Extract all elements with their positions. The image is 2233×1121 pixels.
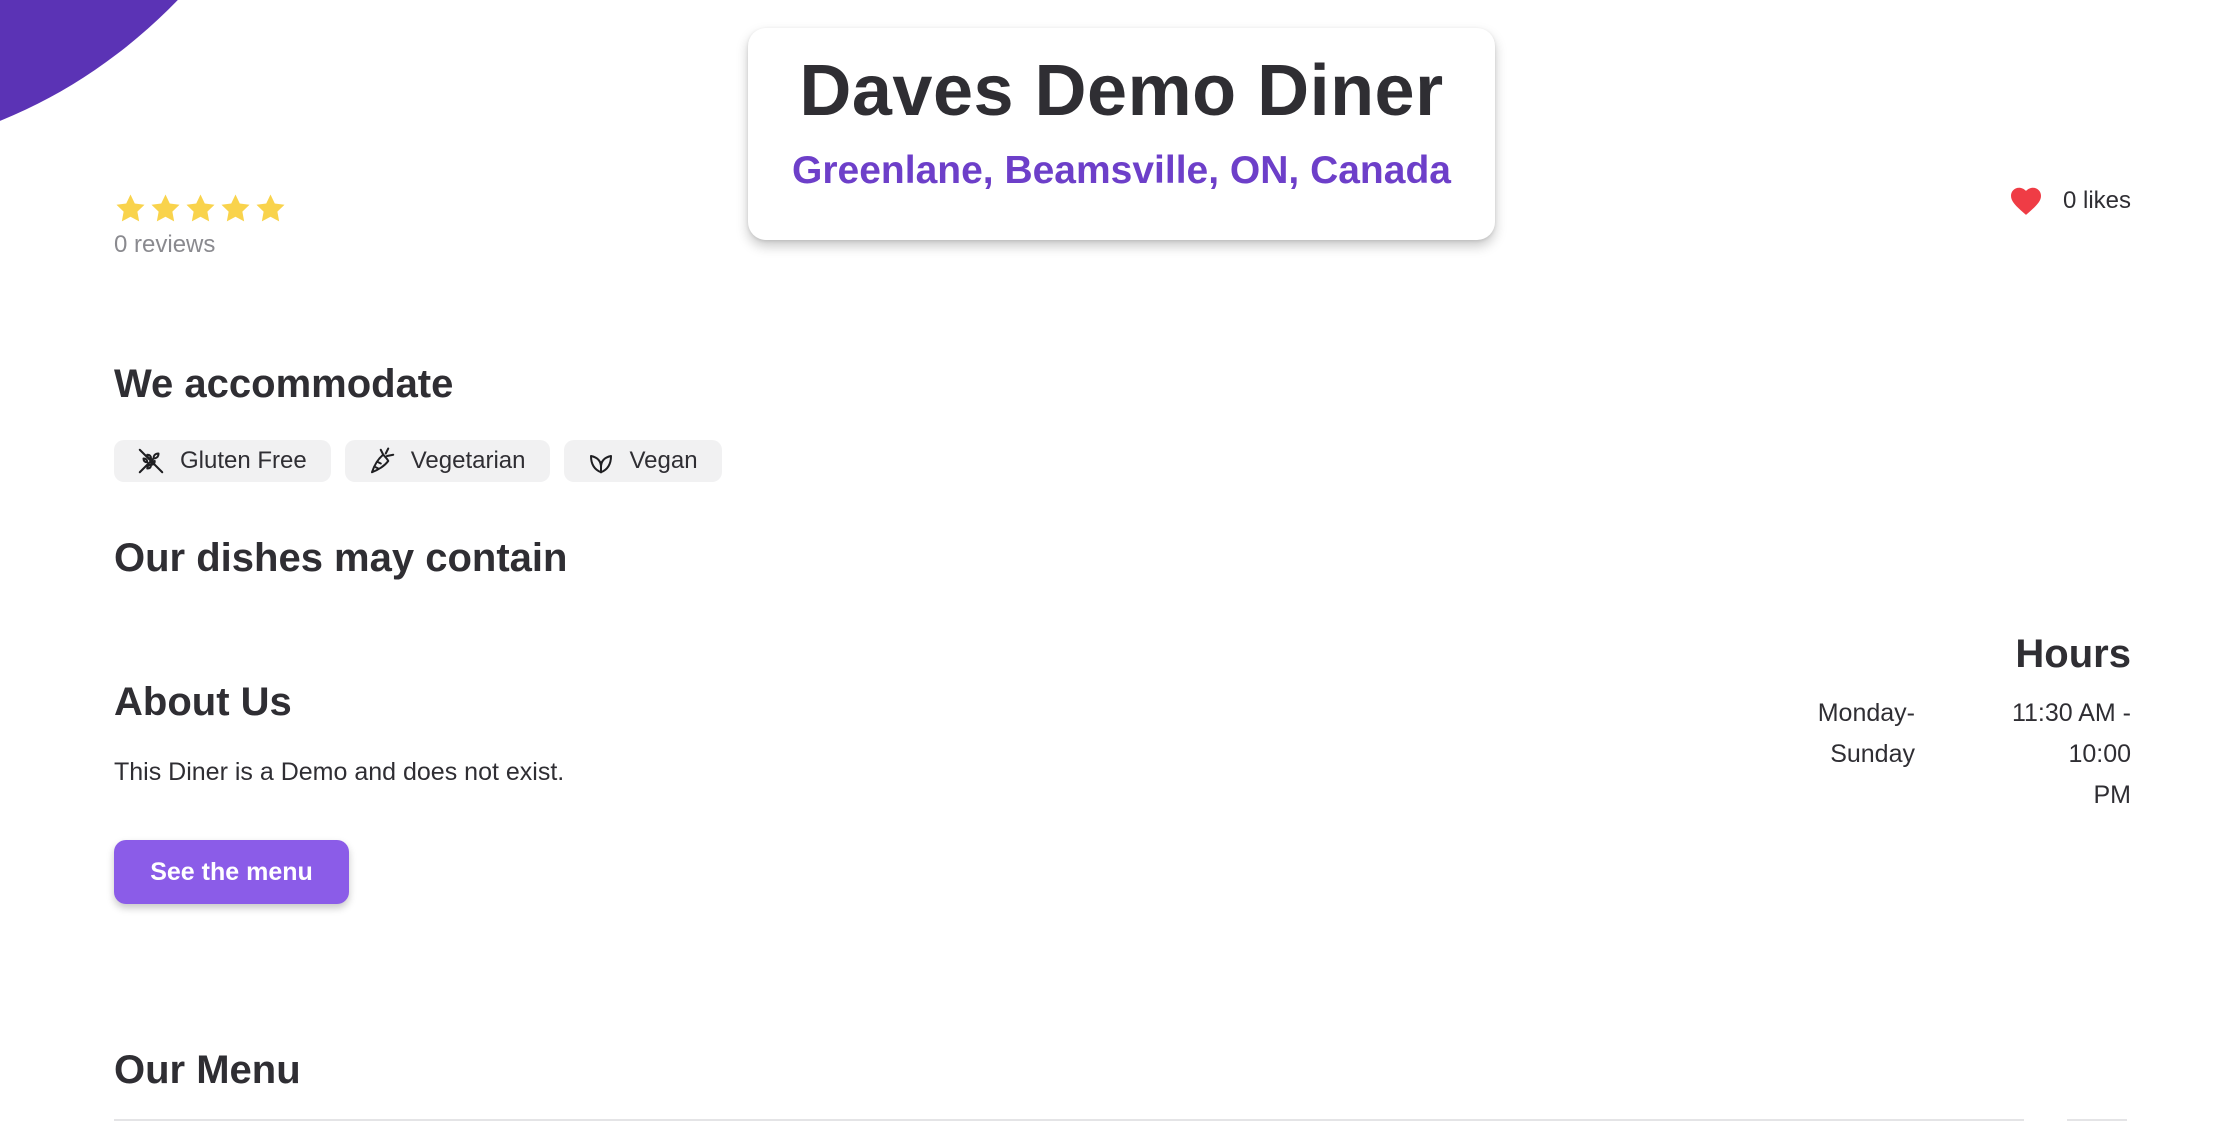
like-button[interactable]: 0 likes [2009, 186, 2131, 216]
carrot-icon [370, 447, 394, 474]
hours-day-line: Sunday [1830, 740, 1915, 768]
see-menu-button[interactable]: See the menu [114, 840, 349, 904]
star-icon [186, 194, 215, 222]
about-heading: About Us [114, 680, 292, 724]
hours-day-line: Monday- [1817, 699, 1915, 727]
star-rating [114, 192, 287, 225]
hours-time-line: 11:30 AM - 10:00 [2011, 699, 2131, 768]
leaf-icon [589, 455, 612, 474]
heart-icon[interactable] [2009, 186, 2043, 216]
decorative-blob [0, 0, 350, 155]
hours-heading: Hours [2015, 632, 2131, 676]
menu-heading: Our Menu [114, 1048, 301, 1092]
tag-label: Vegan [629, 447, 698, 474]
reviews-count: 0 reviews [114, 231, 216, 258]
star-icon [151, 194, 180, 222]
tag-gluten-free[interactable]: Gluten Free [114, 440, 331, 482]
likes-count: 0 likes [2062, 187, 2131, 214]
accommodate-heading: We accommodate [114, 362, 454, 406]
hours-time: 11:30 AM - 10:00 PM [1951, 693, 2131, 816]
star-icon [221, 194, 250, 222]
tag-label: Vegetarian [410, 447, 526, 474]
hours-row: Monday- Sunday 11:30 AM - 10:00 PM [1711, 693, 2131, 816]
gluten-free-icon [138, 448, 164, 474]
restaurant-page: Daves Demo Diner Greenlane, Beamsville, … [0, 0, 2233, 1121]
restaurant-name: Daves Demo Diner [799, 51, 1444, 131]
tag-vegan[interactable]: Vegan [563, 440, 722, 482]
tag-vegetarian[interactable]: Vegetarian [344, 440, 550, 482]
rating-summary[interactable]: 0 reviews [114, 192, 287, 259]
allergens-heading: Our dishes may contain [114, 536, 568, 580]
tag-label: Gluten Free [180, 447, 307, 474]
hours-time-line: PM [2093, 781, 2132, 809]
hours-section: Hours Monday- Sunday 11:30 AM - 10:00 PM [1711, 632, 2131, 816]
about-description: This Diner is a Demo and does not exist. [114, 758, 565, 786]
dietary-tags: Gluten Free Vegetarian Vegan [114, 440, 722, 482]
restaurant-location: Greenlane, Beamsville, ON, Canada [792, 149, 1451, 192]
star-icon [116, 194, 145, 222]
star-icon [256, 194, 285, 222]
restaurant-title-card: Daves Demo Diner Greenlane, Beamsville, … [748, 28, 1495, 240]
hours-day: Monday- Sunday [1805, 693, 1915, 816]
